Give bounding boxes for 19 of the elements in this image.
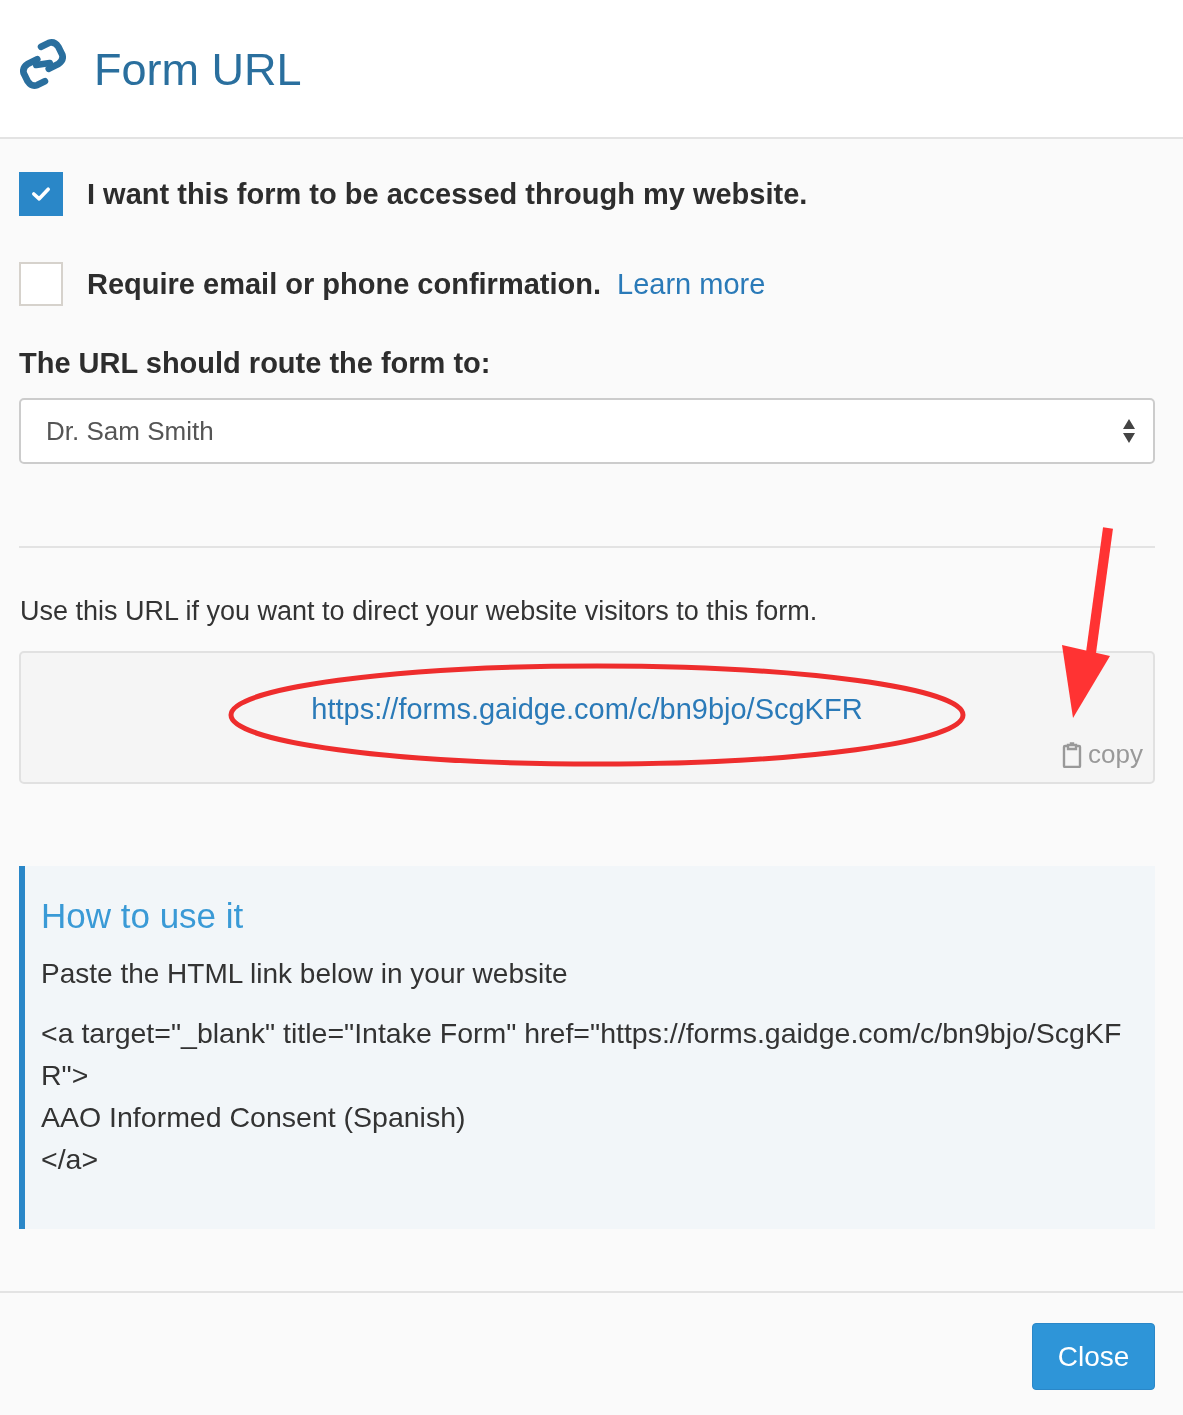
html-code-line: </a> [41,1142,100,1177]
url-description: Use this URL if you want to direct your website visitors to this form. [20,596,819,627]
checkbox[interactable] [19,172,63,216]
link-icon [20,38,66,89]
learn-more-link[interactable]: Learn more [617,267,766,301]
info-instruction: Paste the HTML link below in your website [41,958,569,990]
sort-caret-icon [1122,417,1136,445]
close-button[interactable]: Close [1032,1323,1155,1390]
html-code-line: <a target="_blank" title="Intake Form" href="https://forms.gaidge.com/c/bn9bjo/ScgKFR"> [41,1016,1123,1093]
dialog-title: Form URL [94,43,302,96]
html-code-line: AAO Informed Consent (Spanish) [41,1100,467,1135]
clipboard-icon [1062,741,1083,768]
info-title: How to use it [41,896,245,936]
route-label: The URL should route the form to: [19,347,492,380]
copy-button[interactable]: copy [1062,739,1143,770]
checkbox-label: I want this form to be accessed through my website. [87,177,808,211]
route-select[interactable]: Dr. Sam Smith [19,398,1155,464]
form-url-link[interactable]: https://forms.gaidge.com/c/bn9bjo/ScgKFR [311,693,863,729]
checkbox-label: Require email or phone confirmation. [87,267,601,301]
